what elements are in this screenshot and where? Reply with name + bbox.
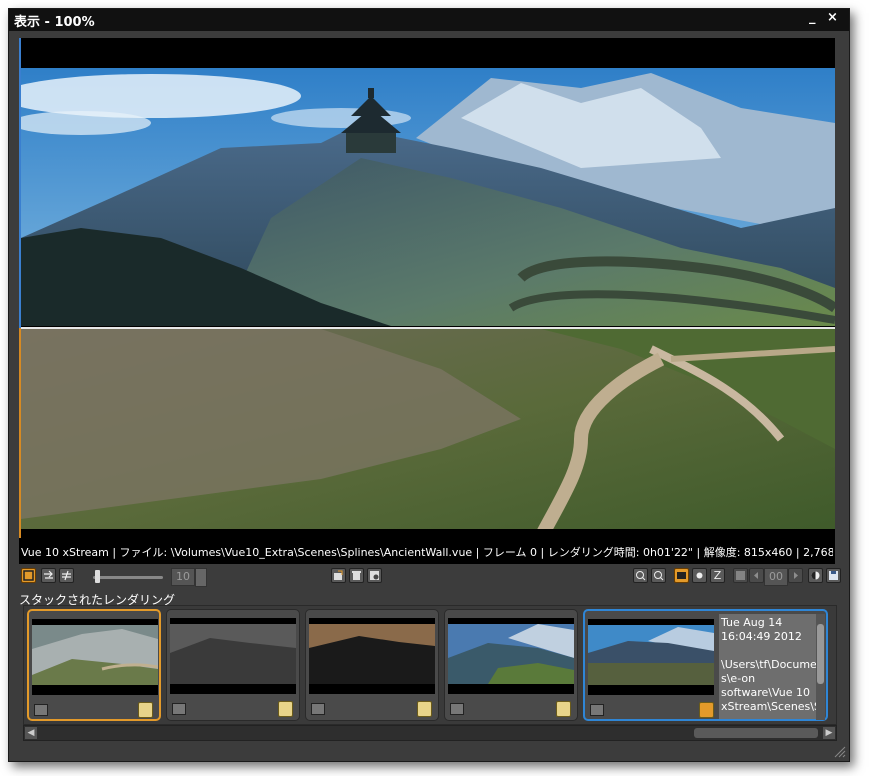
info-line: Tue Aug 14 [721, 616, 783, 629]
render-thumbnail [448, 618, 574, 694]
stacked-renders-panel: スタックされたレンダリング Tue Aug 14 16:04:49 2012 \… [9, 591, 849, 761]
zoom-in-icon[interactable] [633, 568, 648, 583]
view-alpha-button[interactable] [692, 568, 707, 583]
stacked-render-card[interactable] [444, 609, 578, 721]
scroll-right-arrow-icon[interactable]: ▶ [823, 727, 835, 739]
window-title: 表示 - 100% [14, 15, 95, 30]
stacked-render-card[interactable] [166, 609, 300, 721]
info-line: \Users\tf\Document [721, 658, 816, 671]
info-line: s\e-on [721, 672, 756, 685]
render-thumbnail [588, 619, 714, 695]
frame-number-field[interactable]: 10 [171, 568, 195, 586]
frame-slider-track[interactable] [93, 576, 163, 579]
stacked-render-card-selected[interactable]: Tue Aug 14 16:04:49 2012 \Users\tf\Docum… [583, 609, 828, 721]
title-bar[interactable]: 表示 - 100% _ × [9, 9, 849, 31]
view-rgb-button[interactable] [674, 568, 689, 583]
monitor-icon [311, 703, 325, 715]
monitor-icon [450, 703, 464, 715]
info-line: 16:04:49 2012 [721, 630, 802, 643]
stack-list-icon[interactable] [733, 568, 748, 583]
prev-arrow-icon[interactable] [749, 568, 764, 583]
scroll-left-arrow-icon[interactable]: ◀ [25, 727, 37, 739]
render-viewport[interactable]: Vue 10 xStream | ファイル: \Volumes\Vue10_Ex… [19, 38, 835, 564]
render-thumbnail [32, 619, 158, 695]
render-thumbnail [309, 618, 435, 694]
zoom-out-icon[interactable] [651, 568, 666, 583]
rendered-image-bottom [21, 329, 835, 537]
rendered-image-top [21, 68, 835, 326]
monitor-icon [172, 703, 186, 715]
stacked-render-card[interactable] [305, 609, 439, 721]
resize-grip-icon[interactable] [832, 744, 846, 758]
save-icon[interactable] [826, 568, 841, 583]
close-button[interactable]: × [827, 10, 838, 25]
frame-slider-thumb[interactable] [95, 570, 100, 583]
view-z-button[interactable]: Z [710, 568, 725, 583]
info-scrollbar[interactable] [816, 614, 825, 720]
render-thumbnail [170, 618, 296, 694]
scrollbar-thumb[interactable] [694, 728, 818, 738]
stacked-render-card[interactable] [27, 609, 161, 721]
notes-icon[interactable] [138, 702, 153, 718]
next-arrow-icon[interactable] [788, 568, 803, 583]
export-icon[interactable] [331, 568, 346, 583]
render-status-line: Vue 10 xStream | ファイル: \Volumes\Vue10_Ex… [21, 546, 833, 559]
info-line: xStream\Scenes\Sp [721, 700, 816, 713]
stack-horizontal-scrollbar[interactable]: ◀ ▶ [23, 725, 837, 741]
monitor-icon [34, 704, 48, 716]
swap-button[interactable] [41, 568, 56, 583]
render-toolbar: 10 Z 00 [19, 566, 841, 588]
notes-icon[interactable] [417, 701, 432, 717]
minimize-button[interactable]: _ [809, 10, 816, 25]
render-info-text: Tue Aug 14 16:04:49 2012 \Users\tf\Docum… [719, 614, 816, 719]
stacked-renders-strip: Tue Aug 14 16:04:49 2012 \Users\tf\Docum… [23, 605, 837, 725]
settings-icon[interactable] [367, 568, 382, 583]
stack-toggle-button[interactable] [21, 568, 36, 583]
notes-icon[interactable] [278, 701, 293, 717]
compare-button[interactable] [59, 568, 74, 583]
info-line: software\Vue 10 [721, 686, 810, 699]
info-line [721, 644, 814, 658]
notes-icon[interactable] [556, 701, 571, 717]
render-view-window: 表示 - 100% _ × Vue 10 xStream | ファイル: \Vo… [8, 8, 850, 762]
page-number-field[interactable]: 00 [764, 568, 788, 586]
trash-icon[interactable] [349, 568, 364, 583]
frame-spinner[interactable] [195, 568, 207, 587]
contrast-icon[interactable] [808, 568, 823, 583]
info-scrollbar-thumb[interactable] [817, 624, 824, 684]
monitor-icon [590, 704, 604, 716]
notes-icon-active[interactable] [699, 702, 714, 718]
